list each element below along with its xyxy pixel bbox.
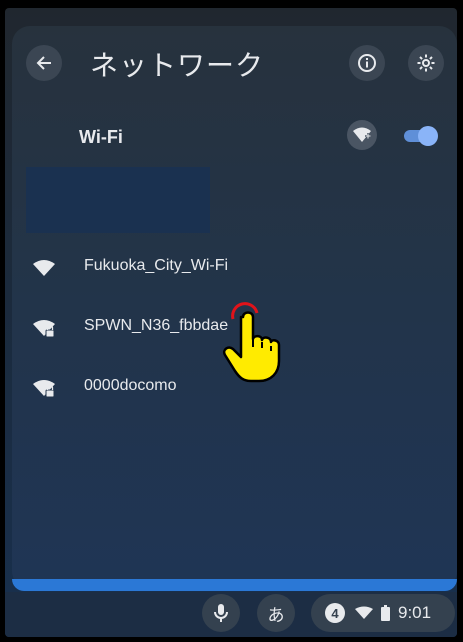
wifi-icon	[33, 260, 55, 276]
tap-pointer-icon	[223, 302, 281, 383]
shelf: あ 4 9:01	[5, 592, 457, 637]
wifi-lock-icon	[33, 380, 55, 398]
network-name: SPWN_N36_fbbdae	[84, 317, 229, 334]
notification-count-badge: 4	[325, 603, 345, 623]
clock: 9:01	[398, 603, 432, 622]
ime-label: あ	[267, 605, 285, 625]
wifi-toggle[interactable]	[402, 126, 438, 146]
battery-icon	[381, 605, 390, 621]
join-network-button[interactable]	[347, 120, 377, 150]
network-header: ネットワーク	[12, 26, 457, 102]
info-button[interactable]	[349, 45, 385, 81]
network-item[interactable]: Fukuoka_City_Wi-Fi	[12, 248, 457, 288]
redacted-connected-network	[26, 167, 210, 233]
wifi-label: Wi-Fi	[79, 127, 123, 147]
network-name: 0000docomo	[84, 377, 177, 394]
wifi-status-icon	[355, 606, 373, 619]
gear-icon	[417, 54, 435, 72]
ime-button[interactable]: あ	[257, 594, 295, 632]
arrow-left-icon	[36, 56, 51, 70]
toggle-thumb	[418, 126, 438, 146]
microphone-icon	[214, 604, 228, 622]
wifi-row: Wi-Fi	[12, 118, 457, 158]
back-button[interactable]	[26, 45, 62, 81]
info-icon	[358, 54, 376, 72]
status-area[interactable]: 4 9:01	[311, 594, 455, 632]
panel-bottom-edge	[12, 579, 457, 591]
page-title: ネットワーク	[90, 50, 265, 81]
network-name: Fukuoka_City_Wi-Fi	[84, 257, 229, 274]
wifi-add-icon	[353, 127, 371, 142]
dictation-button[interactable]	[202, 594, 240, 632]
wifi-lock-icon	[33, 320, 55, 338]
settings-button[interactable]	[408, 45, 444, 81]
